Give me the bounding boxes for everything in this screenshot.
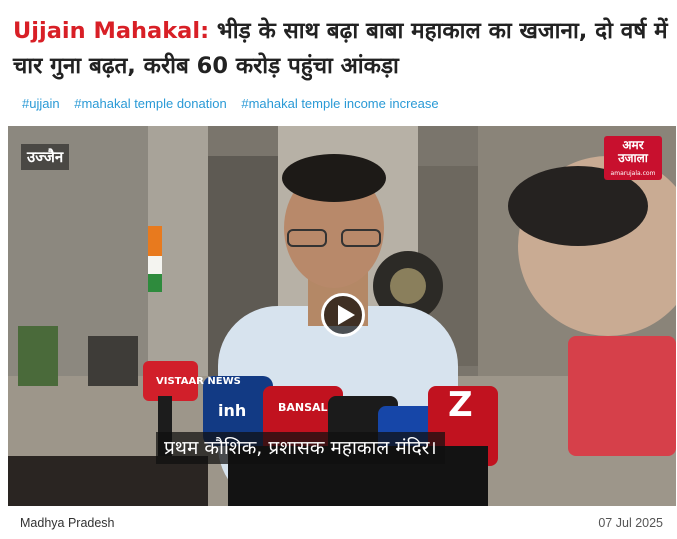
mic-label-z: Z [448,385,473,425]
video-caption: प्रथम कौशिक, प्रशासक महाकाल मंदिर। [156,432,445,464]
mic-label-bansal: BANSAL [278,401,328,414]
tag-link-income[interactable]: #mahakal temple income increase [241,96,438,111]
city-label-badge: उज्जैन [21,144,70,170]
play-icon [338,305,355,325]
logo-site: amarujala.com [610,170,656,177]
play-button[interactable] [321,293,365,337]
state-label[interactable]: Madhya Pradesh [20,516,115,530]
publish-date: 07 Jul 2025 [598,516,663,530]
headline-kicker[interactable]: Ujjain Mahakal: [13,18,209,44]
video-thumbnail[interactable]: VISTAAR NEWS inh BANSAL Z उज्जैन अमर उजा… [8,126,676,506]
tag-link-ujjain[interactable]: #ujjain [22,96,60,111]
amar-ujala-logo: अमर उजाला amarujala.com [604,136,662,180]
logo-line1: अमर [622,138,644,152]
tag-link-donation[interactable]: #mahakal temple donation [74,96,227,111]
article-headline[interactable]: Ujjain Mahakal: भीड़ के साथ बढ़ा बाबा मह… [13,14,668,84]
tag-list: #ujjain #mahakal temple donation #mahaka… [22,96,450,111]
news-card[interactable]: Ujjain Mahakal: भीड़ के साथ बढ़ा बाबा मह… [0,0,677,539]
mic-label-vistaar: VISTAAR NEWS [156,376,241,387]
logo-line2: उजाला [618,151,648,165]
mic-label-inh: inh [218,401,246,420]
